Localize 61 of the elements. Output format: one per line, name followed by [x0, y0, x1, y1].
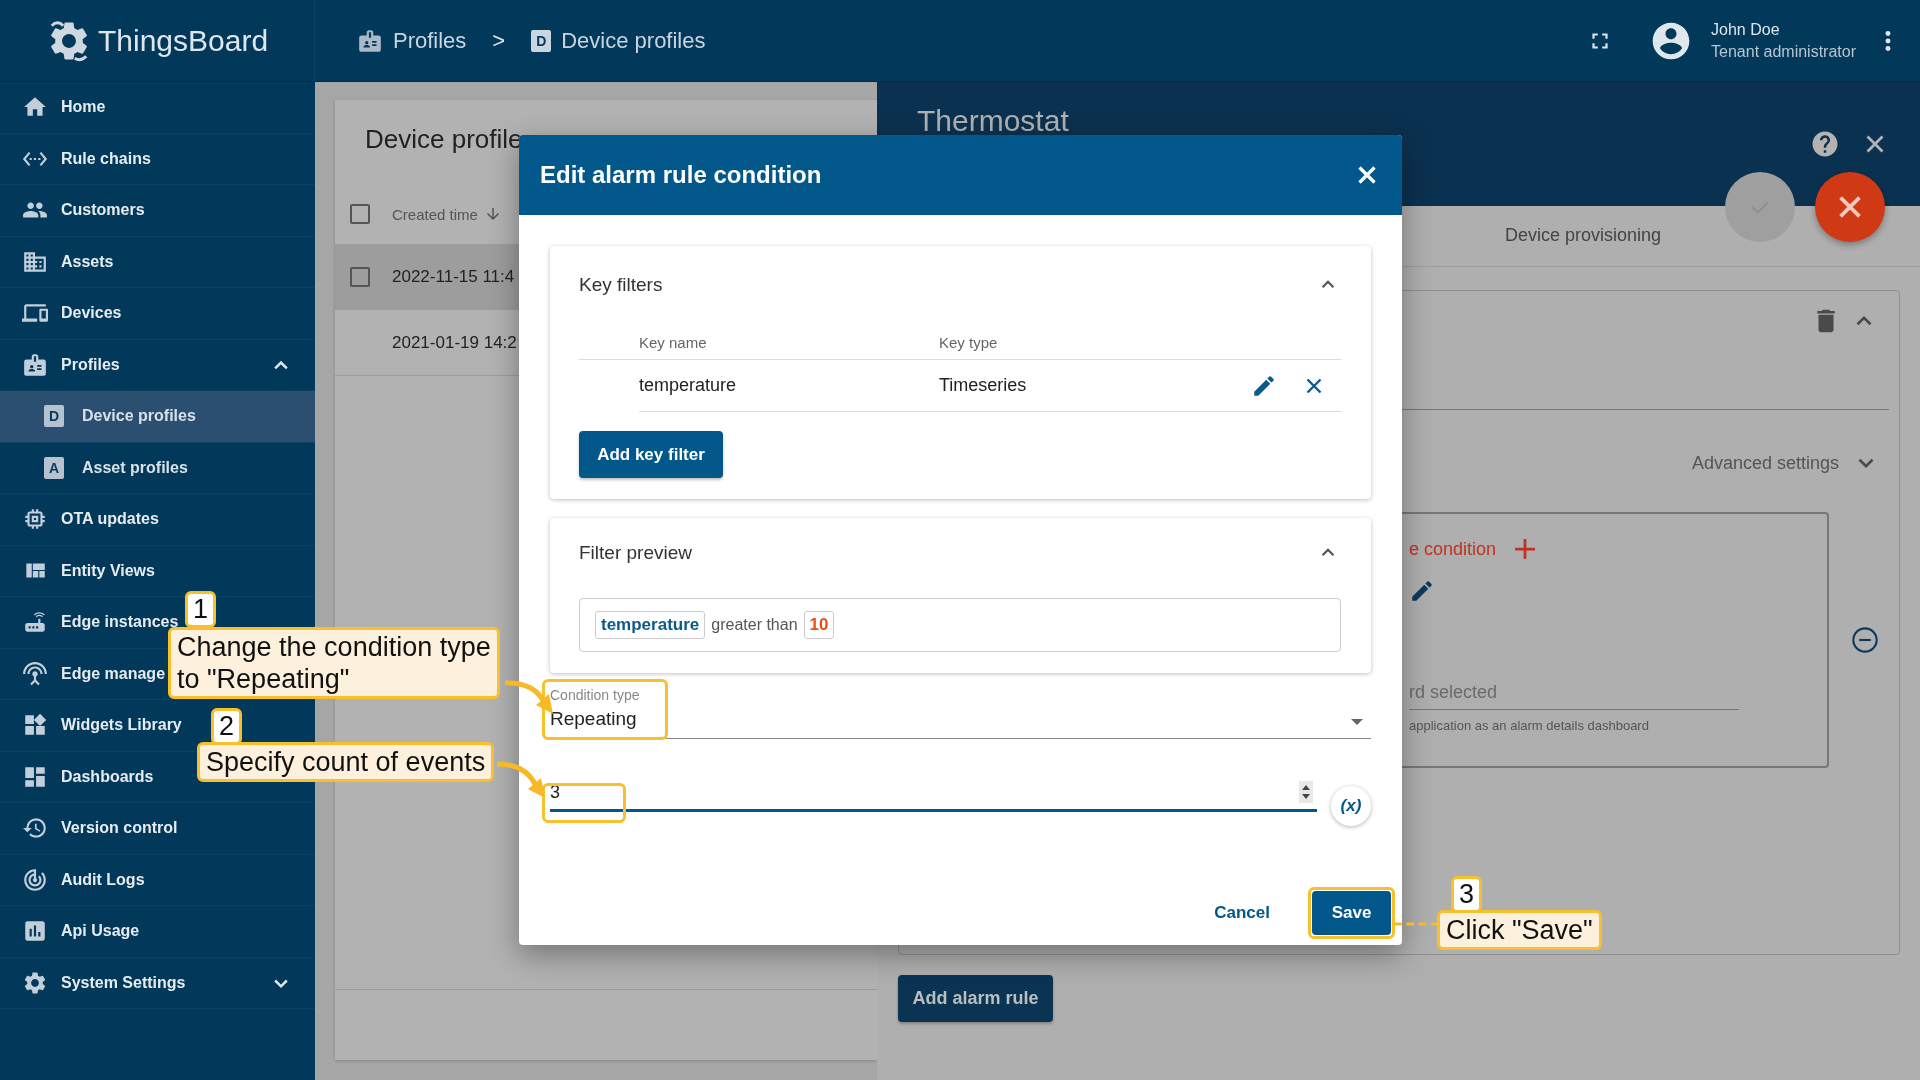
spinner-icon[interactable] — [1299, 781, 1313, 803]
add-key-filter-button[interactable]: Add key filter — [579, 431, 723, 478]
letter-badge: D — [531, 29, 552, 52]
breadcrumb-separator: > — [492, 27, 506, 54]
badge-icon — [357, 27, 383, 54]
field-hint: application as an alarm details dashboard — [1409, 718, 1650, 733]
table-cell-text: temperature — [639, 375, 738, 396]
app-name: ThingsBoard — [98, 23, 269, 58]
filter-token: 10 — [803, 611, 835, 639]
sidebar-item[interactable]: Home — [0, 82, 315, 134]
target-icon — [22, 866, 48, 893]
checkbox[interactable] — [350, 266, 370, 287]
step-number-tooltip: 1 — [185, 591, 217, 628]
callout-tooltip: Change the condition type to "Repeating" — [168, 627, 500, 699]
callout-arrow — [496, 761, 545, 798]
callout-tooltip: Click "Save" — [1437, 910, 1602, 950]
sidebar-item[interactable]: System Settings — [0, 957, 315, 1009]
card-title: Filter preview — [579, 542, 692, 564]
cancel-button[interactable] — [1815, 172, 1885, 242]
user-name: John Doe — [1711, 20, 1781, 39]
letter-badge: D — [44, 405, 64, 428]
sidebar-item[interactable]: Api Usage — [0, 906, 315, 958]
variable-button[interactable]: (x) — [1331, 786, 1371, 826]
dropdown-arrow-icon — [1351, 719, 1363, 725]
dialog-title: Edit alarm rule condition — [540, 161, 822, 189]
column-header: Key name — [639, 334, 708, 351]
table-cell: 2022-11-15 11:4 — [392, 266, 515, 287]
user-role: Tenant administrator — [1711, 42, 1856, 61]
pencil-icon[interactable] — [1409, 578, 1435, 604]
close-icon — [1839, 196, 1861, 218]
sidebar-item[interactable]: D Device profiles — [0, 391, 315, 443]
help-icon[interactable] — [1810, 129, 1840, 159]
breadcrumb-link[interactable]: Profiles — [357, 27, 467, 54]
tab[interactable]: Device provisioning — [1485, 206, 1682, 266]
filter-token: greater than — [711, 616, 798, 634]
card-title: Key filters — [579, 274, 663, 296]
column-header[interactable]: Created time — [392, 205, 478, 223]
letter-badge: A — [44, 456, 64, 479]
breadcrumb-link[interactable]: D Device profiles — [531, 27, 706, 54]
remove-icon[interactable] — [1851, 626, 1879, 654]
sidebar-item[interactable]: OTA updates — [0, 494, 315, 546]
condition-type-select[interactable]: Condition type Repeating — [550, 681, 1371, 739]
callout-tooltip: Specify count of events — [197, 742, 495, 782]
table-cell-text: Timeseries — [939, 375, 1028, 396]
column-header: Key type — [939, 334, 999, 351]
save-button[interactable]: Save — [1312, 891, 1391, 935]
checkbox[interactable] — [350, 204, 370, 224]
sidebar-item[interactable]: A Asset profiles — [0, 442, 315, 494]
sidebar-item[interactable]: Customers — [0, 185, 315, 237]
panel-title: Device profile — [365, 124, 523, 154]
callout-connector — [1394, 922, 1437, 926]
antenna-icon — [22, 660, 48, 687]
sidebar-item[interactable]: Devices — [0, 288, 315, 340]
filter-token: temperature — [595, 611, 706, 639]
badge-icon — [22, 351, 48, 378]
sidebar-item[interactable]: Assets — [0, 236, 315, 288]
sidebar-item[interactable]: Audit Logs — [0, 854, 315, 906]
add-alarm-rule-button[interactable]: Add alarm rule — [898, 975, 1053, 1022]
table-cell: 2021-01-19 14:2 — [392, 332, 517, 353]
cancel-button[interactable]: Cancel — [1196, 891, 1288, 935]
details-title: Thermostat — [917, 104, 1070, 138]
